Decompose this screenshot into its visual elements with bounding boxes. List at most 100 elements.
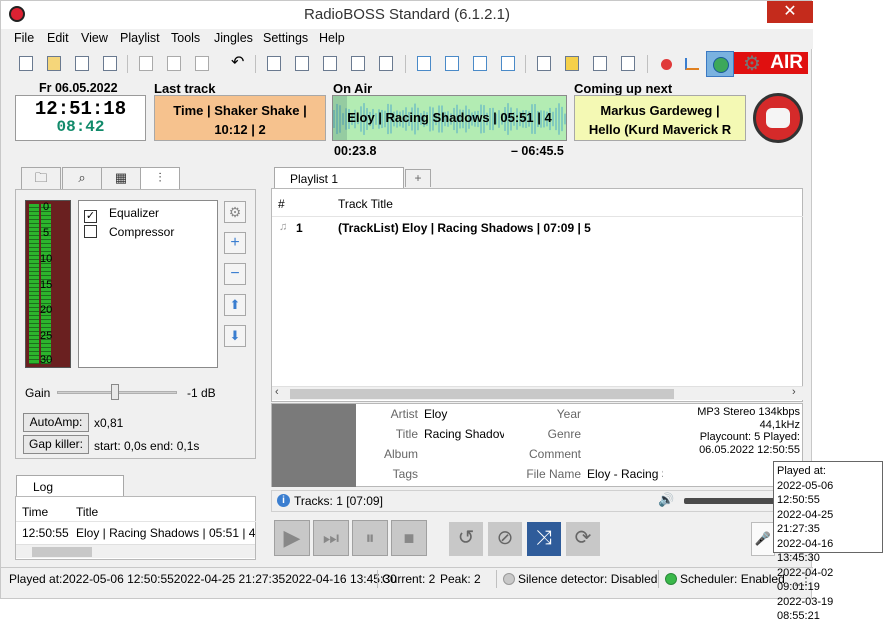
record-icon — [661, 59, 672, 70]
coming-up-box[interactable]: Markus Gardeweg | Hello (Kurd Maverick R — [574, 95, 746, 141]
gain-slider-thumb[interactable] — [111, 384, 119, 400]
layout-left-button[interactable] — [263, 53, 285, 75]
new-playlist-button[interactable] — [15, 53, 37, 75]
tab-files[interactable]: 🗀 — [21, 167, 61, 189]
status-scheduler[interactable]: Scheduler: Enabled — [680, 572, 785, 586]
log-scrollbar[interactable] — [16, 544, 255, 558]
cut-button[interactable] — [135, 53, 157, 75]
paste-button[interactable] — [191, 53, 213, 75]
status-bar: Played at:2022-05-06 12:50:552022-04-25 … — [1, 567, 813, 589]
gain-value: -1 dB — [187, 386, 216, 400]
move-up-button[interactable]: ⬆ — [224, 294, 246, 316]
add-playlist-tab[interactable]: + — [405, 169, 431, 187]
tab-calendar[interactable]: ▦ — [101, 167, 141, 189]
on-air-box[interactable]: Eloy | Racing Shadows | 05:51 | 4 — [332, 95, 567, 141]
log-row-time: 12:50:55 — [22, 526, 69, 540]
last-track-label: Last track — [154, 81, 216, 96]
pause-button[interactable]: ⏸ — [352, 520, 388, 556]
settings-gear-icon[interactable]: ⚙ — [743, 53, 765, 75]
log-row-title: Eloy | Racing Shadows | 05:51 | 4 — [76, 526, 256, 540]
layout-add-button[interactable] — [375, 53, 397, 75]
add-track-button[interactable] — [413, 53, 435, 75]
menu-bar: File Edit View Playlist Tools Jingles Se… — [1, 29, 813, 49]
menu-tools[interactable]: Tools — [171, 31, 200, 45]
tab-search[interactable]: ⌕ — [62, 167, 102, 189]
insert-track-button[interactable] — [441, 53, 463, 75]
calendar-icon — [537, 56, 551, 71]
shuffle-button[interactable]: ⤨ — [527, 522, 561, 556]
move-down-button[interactable]: ⬇ — [224, 325, 246, 347]
status-silence[interactable]: Silence detector: Disabled — [518, 572, 657, 586]
copy-button[interactable] — [163, 53, 185, 75]
playlist-row[interactable]: ♫ 1 (TrackList) Eloy | Racing Shadows | … — [272, 219, 803, 237]
add-effect-button[interactable]: + — [224, 232, 246, 254]
tab-effects[interactable]: ⫶ — [140, 167, 180, 189]
album-art — [272, 404, 356, 487]
menu-jingles[interactable]: Jingles — [214, 31, 253, 45]
stop-after-button[interactable]: ⊘ — [488, 522, 522, 556]
levels-button[interactable] — [681, 53, 703, 75]
volume-icon[interactable]: 🔊 — [658, 492, 674, 508]
autoamp-button[interactable]: AutoAmp: — [23, 413, 89, 432]
toolbar-separator — [525, 55, 526, 73]
effect-settings-button[interactable]: ⚙ — [224, 201, 246, 223]
effect-compressor[interactable]: Compressor — [84, 225, 174, 239]
record-button[interactable] — [655, 53, 677, 75]
add-folder-button[interactable] — [469, 53, 491, 75]
log-scroll-thumb[interactable] — [32, 547, 92, 557]
broadcast-button[interactable] — [706, 51, 734, 77]
playlist-col-num: # — [278, 197, 285, 211]
open-button[interactable] — [43, 53, 65, 75]
genre-label: Genre — [547, 427, 581, 441]
playlist-scrollbar[interactable]: ‹ › — [272, 386, 803, 400]
next-button[interactable]: ⏭ — [313, 520, 349, 556]
log-header-divider — [16, 521, 256, 522]
jingles-button[interactable] — [561, 53, 583, 75]
loop-button[interactable]: ⟳ — [566, 522, 600, 556]
repeat-button[interactable]: ↺ — [449, 522, 483, 556]
stop-button[interactable]: ■ — [391, 520, 427, 556]
menu-help[interactable]: Help — [319, 31, 345, 45]
paste-icon — [195, 56, 209, 71]
microphone-button[interactable]: 🎤 — [751, 522, 775, 556]
scheduler-button[interactable] — [533, 53, 555, 75]
new-file-icon — [19, 56, 33, 71]
save-as-button[interactable] — [99, 53, 121, 75]
scroll-right-icon[interactable]: › — [792, 386, 796, 398]
equalizer-checkbox[interactable]: ✓ — [84, 210, 97, 223]
add-url-button[interactable] — [497, 53, 519, 75]
menu-edit[interactable]: Edit — [47, 31, 69, 45]
reports-button[interactable] — [617, 53, 639, 75]
gap-killer-button[interactable]: Gap killer: — [23, 435, 89, 454]
filename-label: File Name — [526, 467, 581, 481]
tools-icon — [593, 56, 607, 71]
layout-grid-button[interactable] — [347, 53, 369, 75]
tools-button[interactable] — [589, 53, 611, 75]
log-row[interactable]: 12:50:55 Eloy | Racing Shadows | 05:51 |… — [16, 525, 256, 543]
last-track-box[interactable]: Time | Shaker Shake | 10:12 | 2 — [154, 95, 326, 141]
toolbar-separator — [255, 55, 256, 73]
copy-icon — [167, 56, 181, 71]
scroll-left-icon[interactable]: ‹ — [275, 386, 279, 398]
menu-view[interactable]: View — [81, 31, 108, 45]
save-button[interactable] — [71, 53, 93, 75]
clipboard-icon — [621, 56, 635, 71]
tooltip-entry: 2022-04-16 13:45:30 — [777, 537, 834, 565]
layout-split-button[interactable] — [319, 53, 341, 75]
tab-playlist-1[interactable]: Playlist 1 — [274, 167, 404, 189]
gap-killer-value: start: 0,0s end: 0,1s — [94, 439, 200, 453]
undo-button[interactable]: ↶ — [227, 53, 249, 75]
layout-top-button[interactable] — [291, 53, 313, 75]
play-button[interactable]: ▶ — [274, 520, 310, 556]
close-button[interactable]: ✕ — [767, 1, 813, 23]
remove-effect-button[interactable]: − — [224, 263, 246, 285]
folder-icon — [47, 56, 61, 71]
compressor-checkbox[interactable] — [84, 225, 97, 238]
menu-settings[interactable]: Settings — [263, 31, 308, 45]
menu-file[interactable]: File — [14, 31, 34, 45]
tab-log[interactable]: Log — [16, 475, 124, 497]
add-url-icon — [501, 56, 515, 71]
menu-playlist[interactable]: Playlist — [120, 31, 160, 45]
playlist-scroll-thumb[interactable] — [290, 389, 674, 399]
effect-equalizer[interactable]: ✓ Equalizer — [84, 206, 159, 223]
